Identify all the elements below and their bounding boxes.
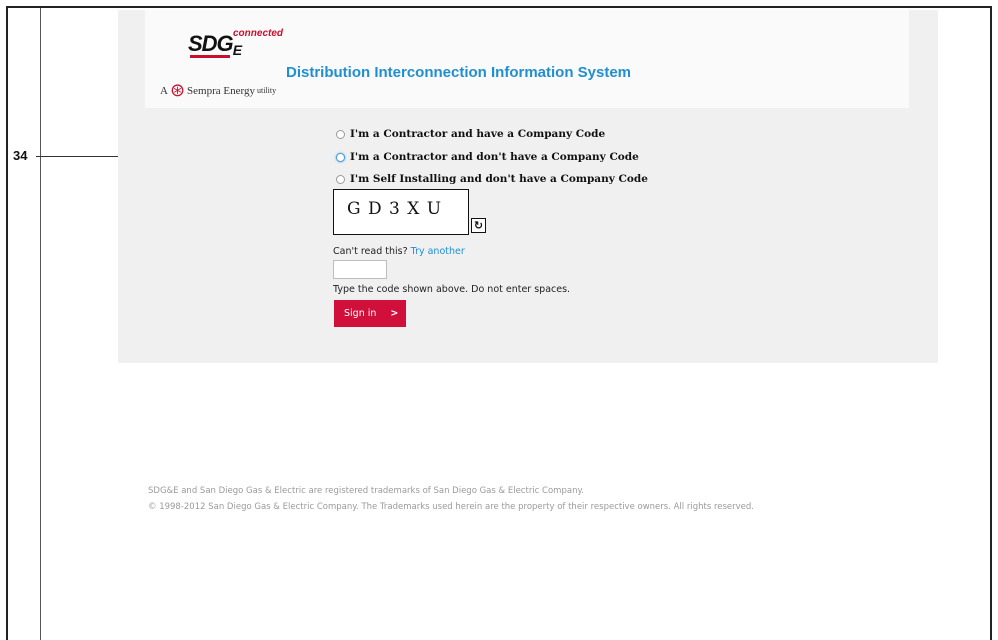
chevron-right-icon: > bbox=[390, 308, 399, 319]
sempra-name: Sempra Energy bbox=[187, 84, 255, 97]
sempra-suffix: utility bbox=[256, 86, 277, 95]
radio-icon[interactable] bbox=[336, 174, 345, 184]
option-self-installing[interactable]: I'm Self Installing and don't have a Com… bbox=[336, 173, 648, 185]
frame-left-border bbox=[6, 6, 8, 640]
captcha-help: Can't read this? Try another bbox=[333, 246, 465, 257]
radio-icon[interactable] bbox=[336, 129, 345, 139]
logo-connected-text: connected bbox=[233, 28, 284, 39]
footer-copyright: © 1998-2012 San Diego Gas & Electric Com… bbox=[148, 502, 755, 512]
footer-trademark: SDG&E and San Diego Gas & Electric are r… bbox=[148, 486, 584, 496]
try-another-link[interactable]: Try another bbox=[411, 246, 465, 257]
option-contractor-with-code[interactable]: I'm a Contractor and have a Company Code bbox=[336, 128, 605, 140]
captcha-image: G D 3 X U bbox=[333, 189, 469, 235]
sempra-flame-icon: ⊛ bbox=[169, 80, 186, 100]
captcha-code: G D 3 X U bbox=[347, 199, 443, 219]
refresh-icon[interactable]: ↻ bbox=[471, 218, 486, 233]
radio-icon[interactable] bbox=[336, 152, 345, 162]
sign-in-label: Sign in bbox=[344, 308, 377, 319]
frame-right-border bbox=[990, 6, 992, 640]
page-title: Distribution Interconnection Information… bbox=[286, 64, 632, 81]
sempra-prefix: A bbox=[160, 84, 168, 97]
sempra-tagline: A ⊛ Sempra Energy utility bbox=[160, 80, 276, 101]
cant-read-text: Can't read this? bbox=[333, 246, 408, 257]
callout-number: 34 bbox=[13, 148, 28, 163]
captcha-instruction: Type the code shown above. Do not enter … bbox=[333, 284, 571, 295]
sign-in-button[interactable]: Sign in > bbox=[334, 300, 406, 327]
option-label: I'm a Contractor and have a Company Code bbox=[350, 128, 606, 140]
captcha-input[interactable] bbox=[333, 260, 387, 279]
option-label: I'm Self Installing and don't have a Com… bbox=[350, 173, 648, 185]
option-contractor-without-code[interactable]: I'm a Contractor and don't have a Compan… bbox=[336, 151, 639, 163]
option-label: I'm a Contractor and don't have a Compan… bbox=[350, 151, 639, 163]
frame-top-border bbox=[6, 6, 992, 8]
frame-inner-margin bbox=[40, 8, 41, 640]
sdge-logo-underline bbox=[190, 55, 230, 58]
